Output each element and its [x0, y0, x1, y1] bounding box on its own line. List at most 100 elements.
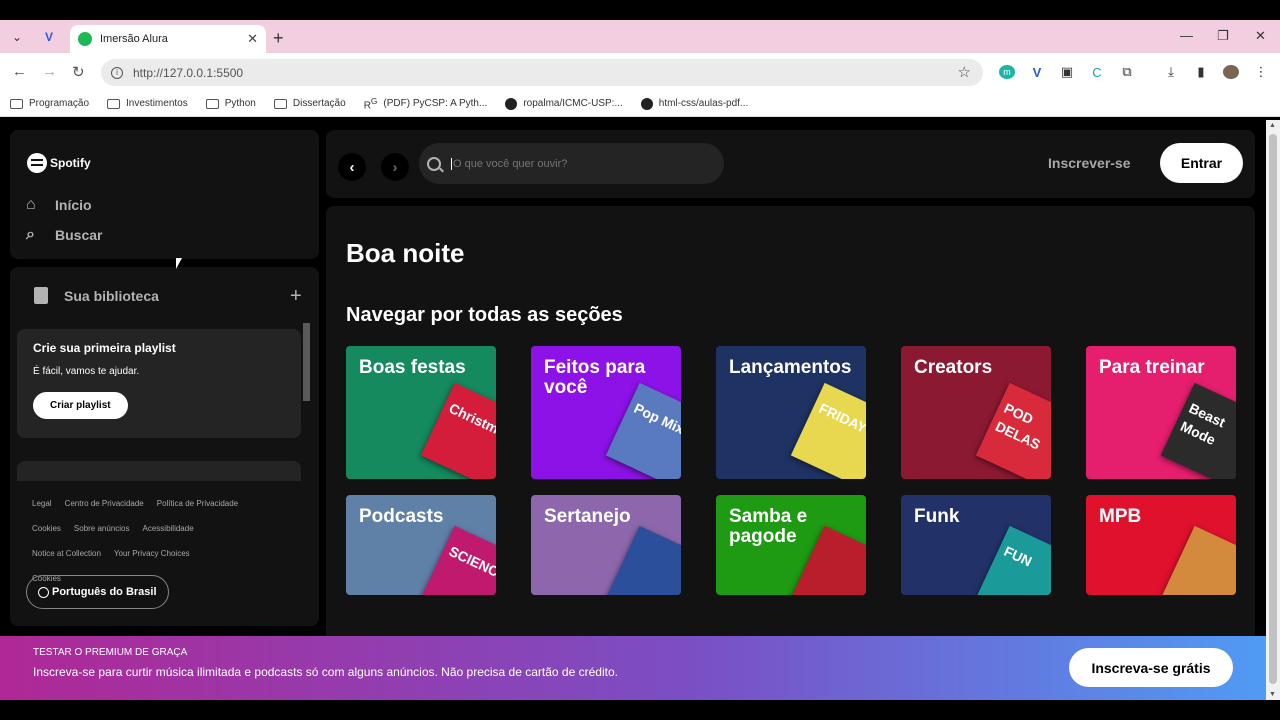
nav-item-home[interactable]: ⌂ Início — [26, 196, 92, 214]
tab-close-icon[interactable]: ✕ — [247, 31, 258, 47]
bookmark-item[interactable]: Dissertação — [273, 98, 346, 109]
scroll-up-icon[interactable]: ▲ — [1269, 122, 1276, 129]
side-panel-icon[interactable]: ▮ — [1193, 64, 1209, 79]
logo-text: Spotify — [50, 156, 91, 170]
menu-dots-icon[interactable]: ⋮ — [1253, 64, 1269, 79]
bookmark-item[interactable]: ropalma/ICMC-USP:... — [505, 97, 623, 110]
address-bar[interactable]: i http://127.0.0.1:5500 ☆ — [101, 59, 983, 86]
nav-item-search[interactable]: ⌕ Buscar — [26, 226, 102, 244]
bookmark-item[interactable]: RG (PDF) PyCSP: A Pyth... — [364, 96, 488, 111]
footer-link[interactable]: Política de Privacidade — [157, 499, 238, 508]
forward-button[interactable]: › — [381, 153, 409, 181]
bookmark-item[interactable]: Investimentos — [107, 98, 188, 109]
footer-link[interactable]: Cookies — [32, 524, 61, 533]
picture-in-picture-icon[interactable]: ▣ — [1059, 64, 1075, 79]
page-scrollbar[interactable]: ▲ ▼ — [1266, 120, 1280, 700]
profile-avatar-icon[interactable] — [1223, 65, 1239, 79]
scroll-thumb[interactable] — [1269, 134, 1277, 684]
folder-icon — [10, 98, 23, 109]
footer-link[interactable]: Centro de Privacidade — [65, 499, 144, 508]
library-title: Sua biblioteca — [64, 287, 159, 304]
genre-card-artwork: FUN — [975, 525, 1051, 595]
extensions-puzzle-icon[interactable]: ⧉ — [1119, 64, 1135, 79]
bookmark-item[interactable]: Python — [205, 98, 256, 109]
url-text: http://127.0.0.1:5500 — [133, 65, 244, 80]
library-scrollbar[interactable] — [303, 323, 310, 401]
signup-free-button[interactable]: Inscreva-se grátis — [1069, 648, 1233, 687]
genre-card[interactable]: Samba e pagode — [716, 495, 866, 595]
genre-card[interactable]: Pop Mix Feitos para você — [531, 346, 681, 479]
extension-m-icon[interactable]: m — [999, 65, 1015, 79]
genre-card[interactable]: MPB — [1086, 495, 1236, 595]
add-playlist-icon[interactable]: + — [290, 285, 302, 308]
library-card-partial — [17, 461, 301, 481]
folder-icon — [273, 98, 287, 109]
language-label: Português do Brasil — [52, 586, 157, 598]
genre-card-title: Lançamentos — [729, 357, 852, 378]
footer-link[interactable]: Acessibilidade — [143, 524, 194, 533]
top-header: ‹ › Inscrever-se Entrar — [326, 130, 1255, 198]
create-playlist-button[interactable]: Criar playlist — [33, 392, 128, 419]
scroll-down-icon[interactable]: ▼ — [1269, 691, 1276, 698]
bookmark-item[interactable]: Programação — [10, 98, 89, 109]
genre-card[interactable]: POD DELAS Creators — [901, 346, 1051, 479]
bookmark-label: ropalma/ICMC-USP:... — [523, 98, 623, 109]
login-button[interactable]: Entrar — [1160, 143, 1243, 183]
footer-link[interactable]: Notice at Collection — [32, 549, 101, 558]
site-info-icon[interactable]: i — [111, 66, 123, 79]
greeting-heading: Boa noite — [346, 238, 465, 268]
genre-card[interactable]: FRIDAY Lançamentos — [716, 346, 866, 479]
back-button[interactable]: ‹ — [338, 153, 366, 181]
language-button[interactable]: Português do Brasil — [26, 575, 169, 609]
signup-link[interactable]: Inscrever-se — [1048, 155, 1131, 171]
window-close-icon[interactable]: ✕ — [1255, 28, 1266, 44]
tab-search-icon[interactable]: ⌄ — [6, 27, 28, 47]
library-header[interactable]: Sua biblioteca — [34, 287, 159, 304]
downloads-icon[interactable]: ⤓ — [1163, 64, 1179, 79]
genre-card[interactable]: SCIENC Podcasts — [346, 495, 496, 595]
genre-card-title: Creators — [914, 357, 993, 378]
bookmark-label: Dissertação — [292, 98, 346, 109]
page-viewport: Spotify ⌂ Início ⌕ Buscar Sua biblioteca… — [0, 120, 1280, 700]
back-icon[interactable]: ← — [12, 63, 27, 80]
genre-card-title: Funk — [914, 506, 960, 527]
bookmark-item[interactable]: html-css/aulas-pdf... — [640, 97, 748, 110]
github-icon — [505, 97, 518, 110]
genre-card-title: MPB — [1099, 506, 1142, 527]
library-panel: Sua biblioteca + Crie sua primeira playl… — [10, 267, 319, 626]
browser-tab-strip: ⌄ V Imersão Alura ✕ + — ❐ ✕ — [0, 20, 1280, 53]
genre-card[interactable]: Christm Hi Boas festas — [346, 346, 496, 479]
footer-link[interactable]: Your Privacy Choices — [114, 549, 190, 558]
new-tab-icon[interactable]: + — [273, 28, 284, 49]
bookmark-star-icon[interactable]: ☆ — [958, 63, 971, 81]
forward-icon[interactable]: → — [42, 63, 57, 80]
nav-label: Buscar — [55, 227, 103, 243]
footer-link[interactable]: Sobre anúncios — [74, 524, 130, 533]
genre-card[interactable]: Beast Mode Para treinar — [1086, 346, 1236, 479]
search-input[interactable] — [451, 157, 701, 170]
premium-banner[interactable]: TESTAR O PREMIUM DE GRAÇA Inscreva-se pa… — [0, 636, 1266, 700]
bookmarks-bar: Programação Investimentos Python Dissert… — [0, 91, 1280, 117]
restore-icon[interactable]: ❐ — [1217, 28, 1229, 44]
reload-icon[interactable]: ↻ — [72, 63, 85, 81]
artwork-text: SCIENC — [446, 542, 496, 580]
bookmark-label: Programação — [29, 98, 90, 109]
tab-title: Imersão Alura — [100, 33, 168, 45]
extension-v2-icon[interactable]: V — [1029, 65, 1045, 80]
genre-card-artwork: Beast Mode — [1160, 382, 1236, 479]
genre-card-artwork: SCIENC — [420, 525, 496, 595]
extension-c-icon[interactable]: C — [1089, 65, 1105, 80]
mouse-cursor-icon — [176, 258, 182, 269]
browser-tab[interactable]: Imersão Alura ✕ — [70, 25, 266, 53]
genre-card-title: Sertanejo — [544, 506, 631, 527]
genre-card[interactable]: FUN Funk — [901, 495, 1051, 595]
footer-link[interactable]: Legal — [32, 499, 52, 508]
minimize-icon[interactable]: — — [1180, 28, 1193, 43]
main-content: Boa noite Navegar por todas as seções Ch… — [326, 206, 1255, 636]
genre-card-artwork — [1160, 525, 1236, 595]
spotify-logo[interactable]: Spotify — [27, 153, 91, 173]
create-playlist-card: Crie sua primeira playlist É fácil, vamo… — [17, 329, 301, 438]
genre-card[interactable]: Sertanejo — [531, 495, 681, 595]
card-heading: Crie sua primeira playlist — [33, 341, 176, 355]
extension-v-icon[interactable]: V — [38, 27, 60, 47]
